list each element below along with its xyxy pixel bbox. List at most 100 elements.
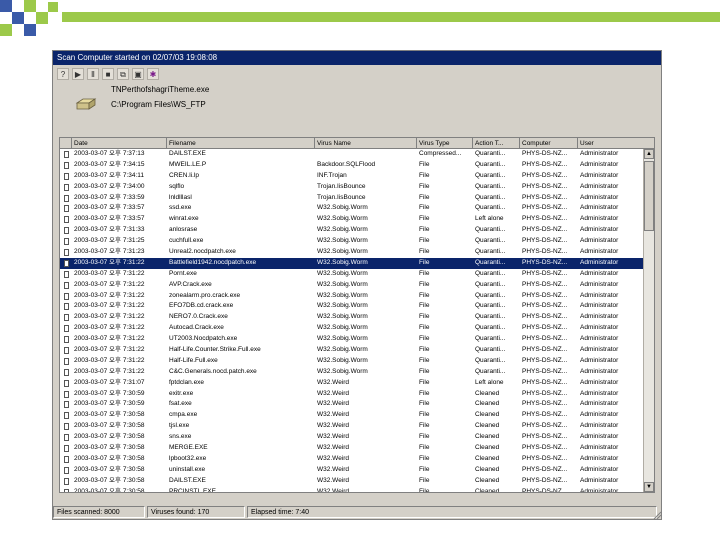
cell-action: Cleaned bbox=[475, 411, 500, 419]
cell-date: 2003-03-07 오후 7:30:59 bbox=[74, 400, 145, 408]
cell-computer: PHYS-DS-NZ... bbox=[522, 356, 568, 364]
table-row[interactable]: 2003-03-07 오후 7:31:22 C&C.Generals.nocd.p… bbox=[60, 367, 644, 378]
header-filename[interactable]: Filename bbox=[167, 138, 315, 149]
header-virus-name[interactable]: Virus Name bbox=[315, 138, 417, 149]
header-user[interactable]: User bbox=[578, 138, 654, 149]
cell-user: Administrator bbox=[580, 465, 619, 473]
table-row[interactable]: 2003-03-07 오후 7:34:15 MWEIL.LE.P Backdoor.… bbox=[60, 160, 644, 171]
cell-computer: PHYS-DS-NZ... bbox=[522, 324, 568, 332]
table-row[interactable]: 2003-03-07 오후 7:33:57 ssd.exe W32.Sobig.Wo… bbox=[60, 203, 644, 214]
cell-virus-name: W32.Weird bbox=[317, 411, 350, 419]
cell-computer: PHYS-DS-NZ... bbox=[522, 182, 568, 190]
table-row[interactable]: 2003-03-07 오후 7:30:58 PRCINSTL.EXE W32.Wei… bbox=[60, 487, 644, 493]
decorative-squares bbox=[0, 0, 720, 36]
cell-virus-name: W32.Weird bbox=[317, 487, 350, 493]
scroll-up-button[interactable]: ▲ bbox=[644, 149, 654, 159]
table-row[interactable]: 2003-03-07 오후 7:30:58 MERGE.EXE W32.Weird F… bbox=[60, 443, 644, 454]
save-icon[interactable]: ▣ bbox=[132, 68, 144, 80]
table-row[interactable]: 2003-03-07 오후 7:31:22 zonealarm.pro.crack… bbox=[60, 291, 644, 302]
cell-filename: DAILST.EXE bbox=[169, 150, 206, 157]
help-icon[interactable]: ? bbox=[57, 68, 69, 80]
cell-action: Quaranti... bbox=[475, 291, 506, 299]
cell-filename: ssd.exe bbox=[169, 204, 192, 212]
table-row[interactable]: 2003-03-07 오후 7:31:22 Pornt.exe W32.Sobig.… bbox=[60, 269, 644, 280]
file-icon bbox=[64, 259, 69, 267]
table-row[interactable]: 2003-03-07 오후 7:31:22 NERO7.0.Crack.exe W3… bbox=[60, 312, 644, 323]
table-row[interactable]: 2003-03-07 오후 7:37:13 DAILST.EXE Compresse… bbox=[60, 149, 644, 160]
table-row[interactable]: 2003-03-07 오후 7:30:58 tjsl.exe W32.Weird Fi… bbox=[60, 421, 644, 432]
header-virus-type[interactable]: Virus Type bbox=[417, 138, 473, 149]
table-row[interactable]: 2003-03-07 오후 7:30:58 sns.exe W32.Weird Fil… bbox=[60, 432, 644, 443]
cell-user: Administrator bbox=[580, 476, 619, 484]
table-row[interactable]: 2003-03-07 오후 7:30:58 lpboot32.exe W32.Wei… bbox=[60, 454, 644, 465]
table-row[interactable]: 2003-03-07 오후 7:31:22 Half-Life.Counter.S… bbox=[60, 345, 644, 356]
cell-date: 2003-03-07 오후 7:37:13 bbox=[74, 150, 145, 157]
cell-virus-name: W32.Sobig.Worm bbox=[317, 324, 368, 332]
table-row-selected[interactable]: 2003-03-07 오후 7:31:22 Battlefield1942.noc… bbox=[60, 257, 644, 269]
cell-filename: exitr.exe bbox=[169, 389, 194, 397]
table-row[interactable]: 2003-03-07 오후 7:30:58 cmpa.exe W32.Weird Fi… bbox=[60, 410, 644, 421]
table-row[interactable]: 2003-03-07 오후 7:33:59 lnldlllasl Trojan.Ii… bbox=[60, 193, 644, 204]
cell-user: Administrator bbox=[580, 182, 619, 190]
file-icon bbox=[64, 368, 69, 376]
table-row[interactable]: 2003-03-07 오후 7:30:59 exitr.exe W32.Weird F… bbox=[60, 389, 644, 400]
cell-action: Quaranti... bbox=[475, 258, 506, 266]
cell-filename: C&C.Generals.nocd.patch.exe bbox=[169, 367, 257, 375]
pause-icon[interactable]: Ⅱ bbox=[87, 68, 99, 80]
cell-computer: PHYS-DS-NZ... bbox=[522, 193, 568, 201]
cell-date: 2003-03-07 오후 7:33:57 bbox=[74, 215, 145, 223]
cell-virus-name: W32.Weird bbox=[317, 378, 350, 386]
table-row[interactable]: 2003-03-07 오후 7:31:22 UT2003.Nocdpatch.ex… bbox=[60, 334, 644, 345]
play-icon[interactable]: ▶ bbox=[72, 68, 84, 80]
cell-computer: PHYS-DS-NZ... bbox=[522, 389, 568, 397]
cell-virus-name: W32.Sobig.Worm bbox=[317, 248, 368, 256]
cell-filename: cuchfull.exe bbox=[169, 237, 204, 245]
table-row[interactable]: 2003-03-07 오후 7:34:00 sqlflo Trojan.IisBou… bbox=[60, 182, 644, 193]
cell-user: Administrator bbox=[580, 324, 619, 332]
table-row[interactable]: 2003-03-07 오후 7:30:58 uninstall.exe W32.We… bbox=[60, 465, 644, 476]
table-row[interactable]: 2003-03-07 오후 7:34:11 CREN.li.lp INF.Troja… bbox=[60, 171, 644, 182]
cell-virus-name: W32.Weird bbox=[317, 433, 350, 441]
cell-user: Administrator bbox=[580, 487, 619, 493]
status-elapsed-time: Elapsed time: 7:40 bbox=[247, 506, 657, 518]
header-computer[interactable]: Computer bbox=[520, 138, 578, 149]
header-date[interactable]: Date bbox=[72, 138, 167, 149]
cell-computer: PHYS-DS-NZ... bbox=[522, 269, 568, 277]
table-row[interactable]: 2003-03-07 오후 7:31:23 Unreal2.nocdpatch.e… bbox=[60, 247, 644, 258]
cell-virus-type: File bbox=[419, 160, 430, 168]
table-row[interactable]: 2003-03-07 오후 7:30:58 DAILST.EXE W32.Weird… bbox=[60, 476, 644, 487]
cell-virus-name: W32.Sobig.Worm bbox=[317, 356, 368, 364]
cell-user: Administrator bbox=[580, 237, 619, 245]
copy-icon[interactable]: ⧉ bbox=[117, 68, 129, 80]
table-row[interactable]: 2003-03-07 오후 7:31:22 EFO7DB.cd.crack.exe… bbox=[60, 301, 644, 312]
cell-filename: Pornt.exe bbox=[169, 269, 197, 277]
table-row[interactable]: 2003-03-07 오후 7:31:07 fptdclan.exe W32.Wei… bbox=[60, 378, 644, 389]
cell-computer: PHYS-DS-NZ... bbox=[522, 378, 568, 386]
window-title: Scan Computer started on 02/07/03 19:08:… bbox=[53, 51, 661, 65]
table-row[interactable]: 2003-03-07 오후 7:33:57 winrat.exe W32.Sobig… bbox=[60, 214, 644, 225]
toolbar: ? ▶ Ⅱ ■ ⧉ ▣ ✱ bbox=[57, 68, 159, 82]
table-row[interactable]: 2003-03-07 오후 7:31:33 anlosrase W32.Sobig.… bbox=[60, 225, 644, 236]
cell-action: Quaranti... bbox=[475, 302, 506, 310]
table-row[interactable]: 2003-03-07 오후 7:31:22 Half-Life.Full.exe W… bbox=[60, 356, 644, 367]
header-icon-col[interactable] bbox=[60, 138, 72, 149]
stop-icon[interactable]: ■ bbox=[102, 68, 114, 80]
cell-date: 2003-03-07 오후 7:33:57 bbox=[74, 204, 145, 212]
scroll-thumb[interactable] bbox=[644, 161, 654, 231]
results-list[interactable]: Date Filename Virus Name Virus Type Acti… bbox=[59, 137, 655, 493]
cell-virus-type: File bbox=[419, 465, 430, 473]
file-icon bbox=[64, 445, 69, 453]
cell-virus-name: W32.Sobig.Worm bbox=[317, 226, 368, 234]
table-row[interactable]: 2003-03-07 오후 7:30:59 fsat.exe W32.Weird Fi… bbox=[60, 399, 644, 410]
header-action[interactable]: Action T... bbox=[473, 138, 520, 149]
cell-user: Administrator bbox=[580, 248, 619, 256]
scroll-down-button[interactable]: ▼ bbox=[644, 482, 654, 492]
table-row[interactable]: 2003-03-07 오후 7:31:22 Autocad.Crack.exe W3… bbox=[60, 323, 644, 334]
file-icon bbox=[64, 303, 69, 311]
resize-grip-icon[interactable] bbox=[652, 510, 662, 520]
table-row[interactable]: 2003-03-07 오후 7:31:25 cuchfull.exe W32.Sob… bbox=[60, 236, 644, 247]
vertical-scrollbar[interactable]: ▲ ▼ bbox=[643, 149, 654, 492]
cell-filename: EFO7DB.cd.crack.exe bbox=[169, 302, 234, 310]
table-row[interactable]: 2003-03-07 오후 7:31:22 AVP.Crack.exe W32.So… bbox=[60, 280, 644, 291]
virus-icon[interactable]: ✱ bbox=[147, 68, 159, 80]
